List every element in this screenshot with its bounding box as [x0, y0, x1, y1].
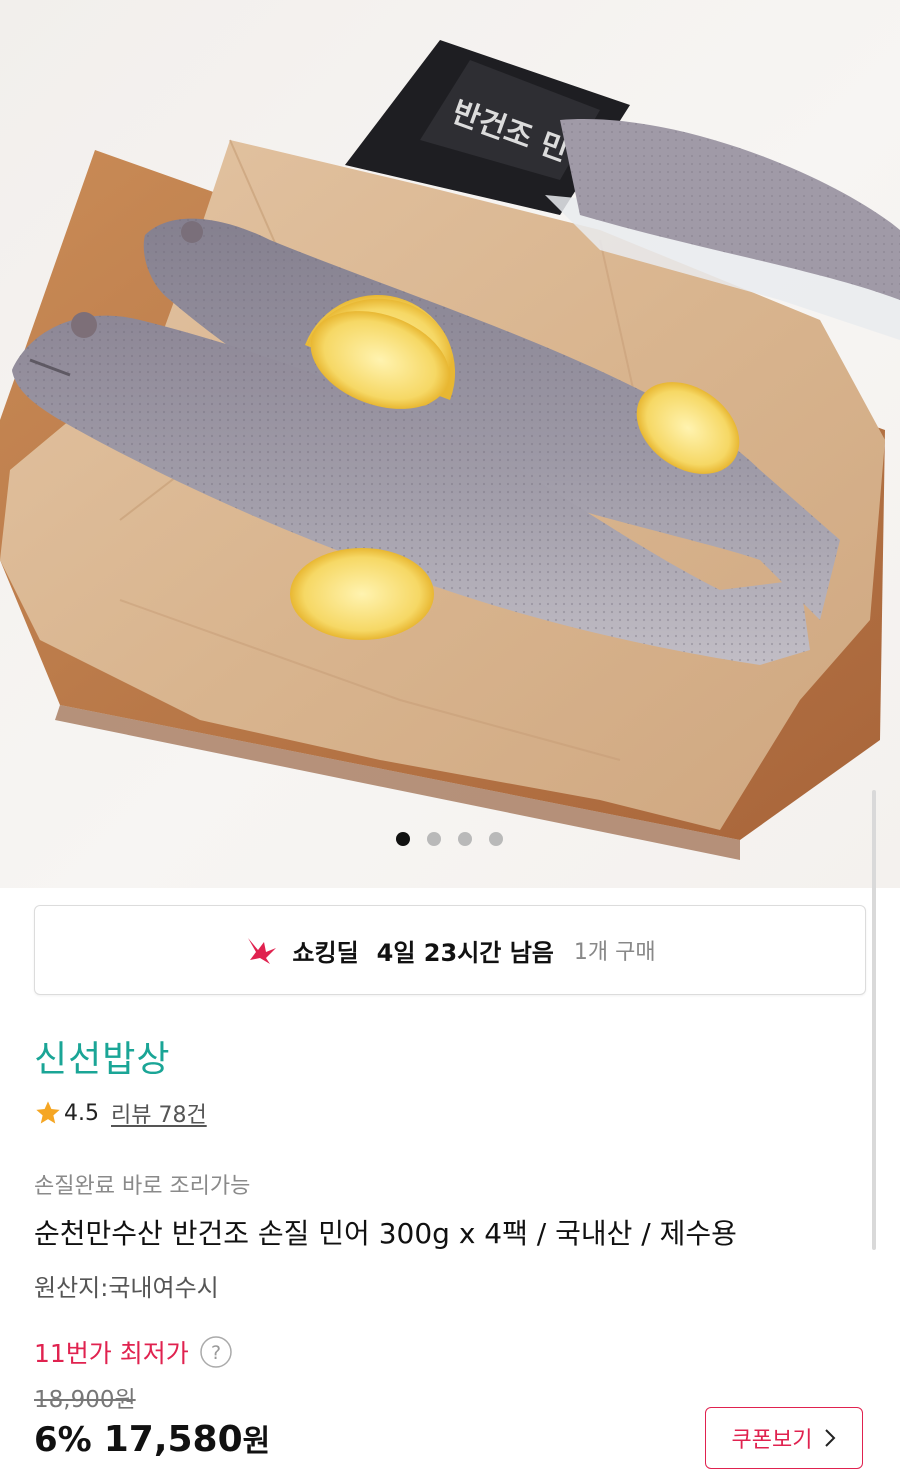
lowest-price-label: 11번가 최저가	[34, 1339, 189, 1368]
product-subtitle: 손질완료 바로 조리가능	[34, 1174, 251, 1199]
coupon-button-label: 쿠폰보기	[731, 1428, 813, 1453]
sale-price-row: 6% 17,580 원	[34, 1416, 270, 1460]
rating-score: 4.5	[64, 1100, 99, 1126]
deal-title: 쇼킹딜	[292, 938, 359, 967]
carousel-dot[interactable]	[396, 832, 410, 846]
help-icon[interactable]: ?	[199, 1335, 233, 1369]
product-title: 순천만수산 반건조 손질 민어 300g x 4팩 / 국내산 / 제수용	[34, 1217, 737, 1250]
carousel-dot[interactable]	[458, 832, 472, 846]
chevron-right-icon	[825, 1429, 836, 1447]
svg-text:?: ?	[211, 1342, 221, 1364]
carousel-indicator[interactable]	[396, 832, 503, 846]
original-price: 18,900원	[34, 1387, 136, 1413]
product-photo: 반건조 민어	[0, 40, 900, 860]
scrollbar[interactable]	[872, 790, 876, 1250]
review-link[interactable]: 리뷰 78건	[111, 1097, 207, 1129]
shocking-deal-banner[interactable]: 쇼킹딜 4일 23시간 남음 1개 구매	[34, 905, 866, 995]
shocking-deal-icon	[248, 938, 277, 964]
carousel-dot[interactable]	[489, 832, 503, 846]
final-price: 17,580	[103, 1419, 243, 1460]
lowest-price-label-row: 11번가 최저가 ?	[34, 1334, 233, 1370]
carousel-dot[interactable]	[427, 832, 441, 846]
product-origin: 원산지:국내여수시	[34, 1274, 219, 1302]
deal-time-left: 4일 23시간 남음	[376, 938, 554, 967]
deal-purchase-count: 1개 구매	[573, 940, 656, 965]
star-icon	[36, 1101, 60, 1124]
price-currency: 원	[242, 1424, 271, 1459]
coupon-button[interactable]: 쿠폰보기	[705, 1407, 863, 1469]
product-image[interactable]: 반건조 민어	[0, 0, 900, 888]
rating: 4.5 리뷰 78건	[34, 1097, 207, 1129]
store-name[interactable]: 신선밥상	[34, 1030, 170, 1082]
discount-rate: 6%	[34, 1420, 92, 1460]
